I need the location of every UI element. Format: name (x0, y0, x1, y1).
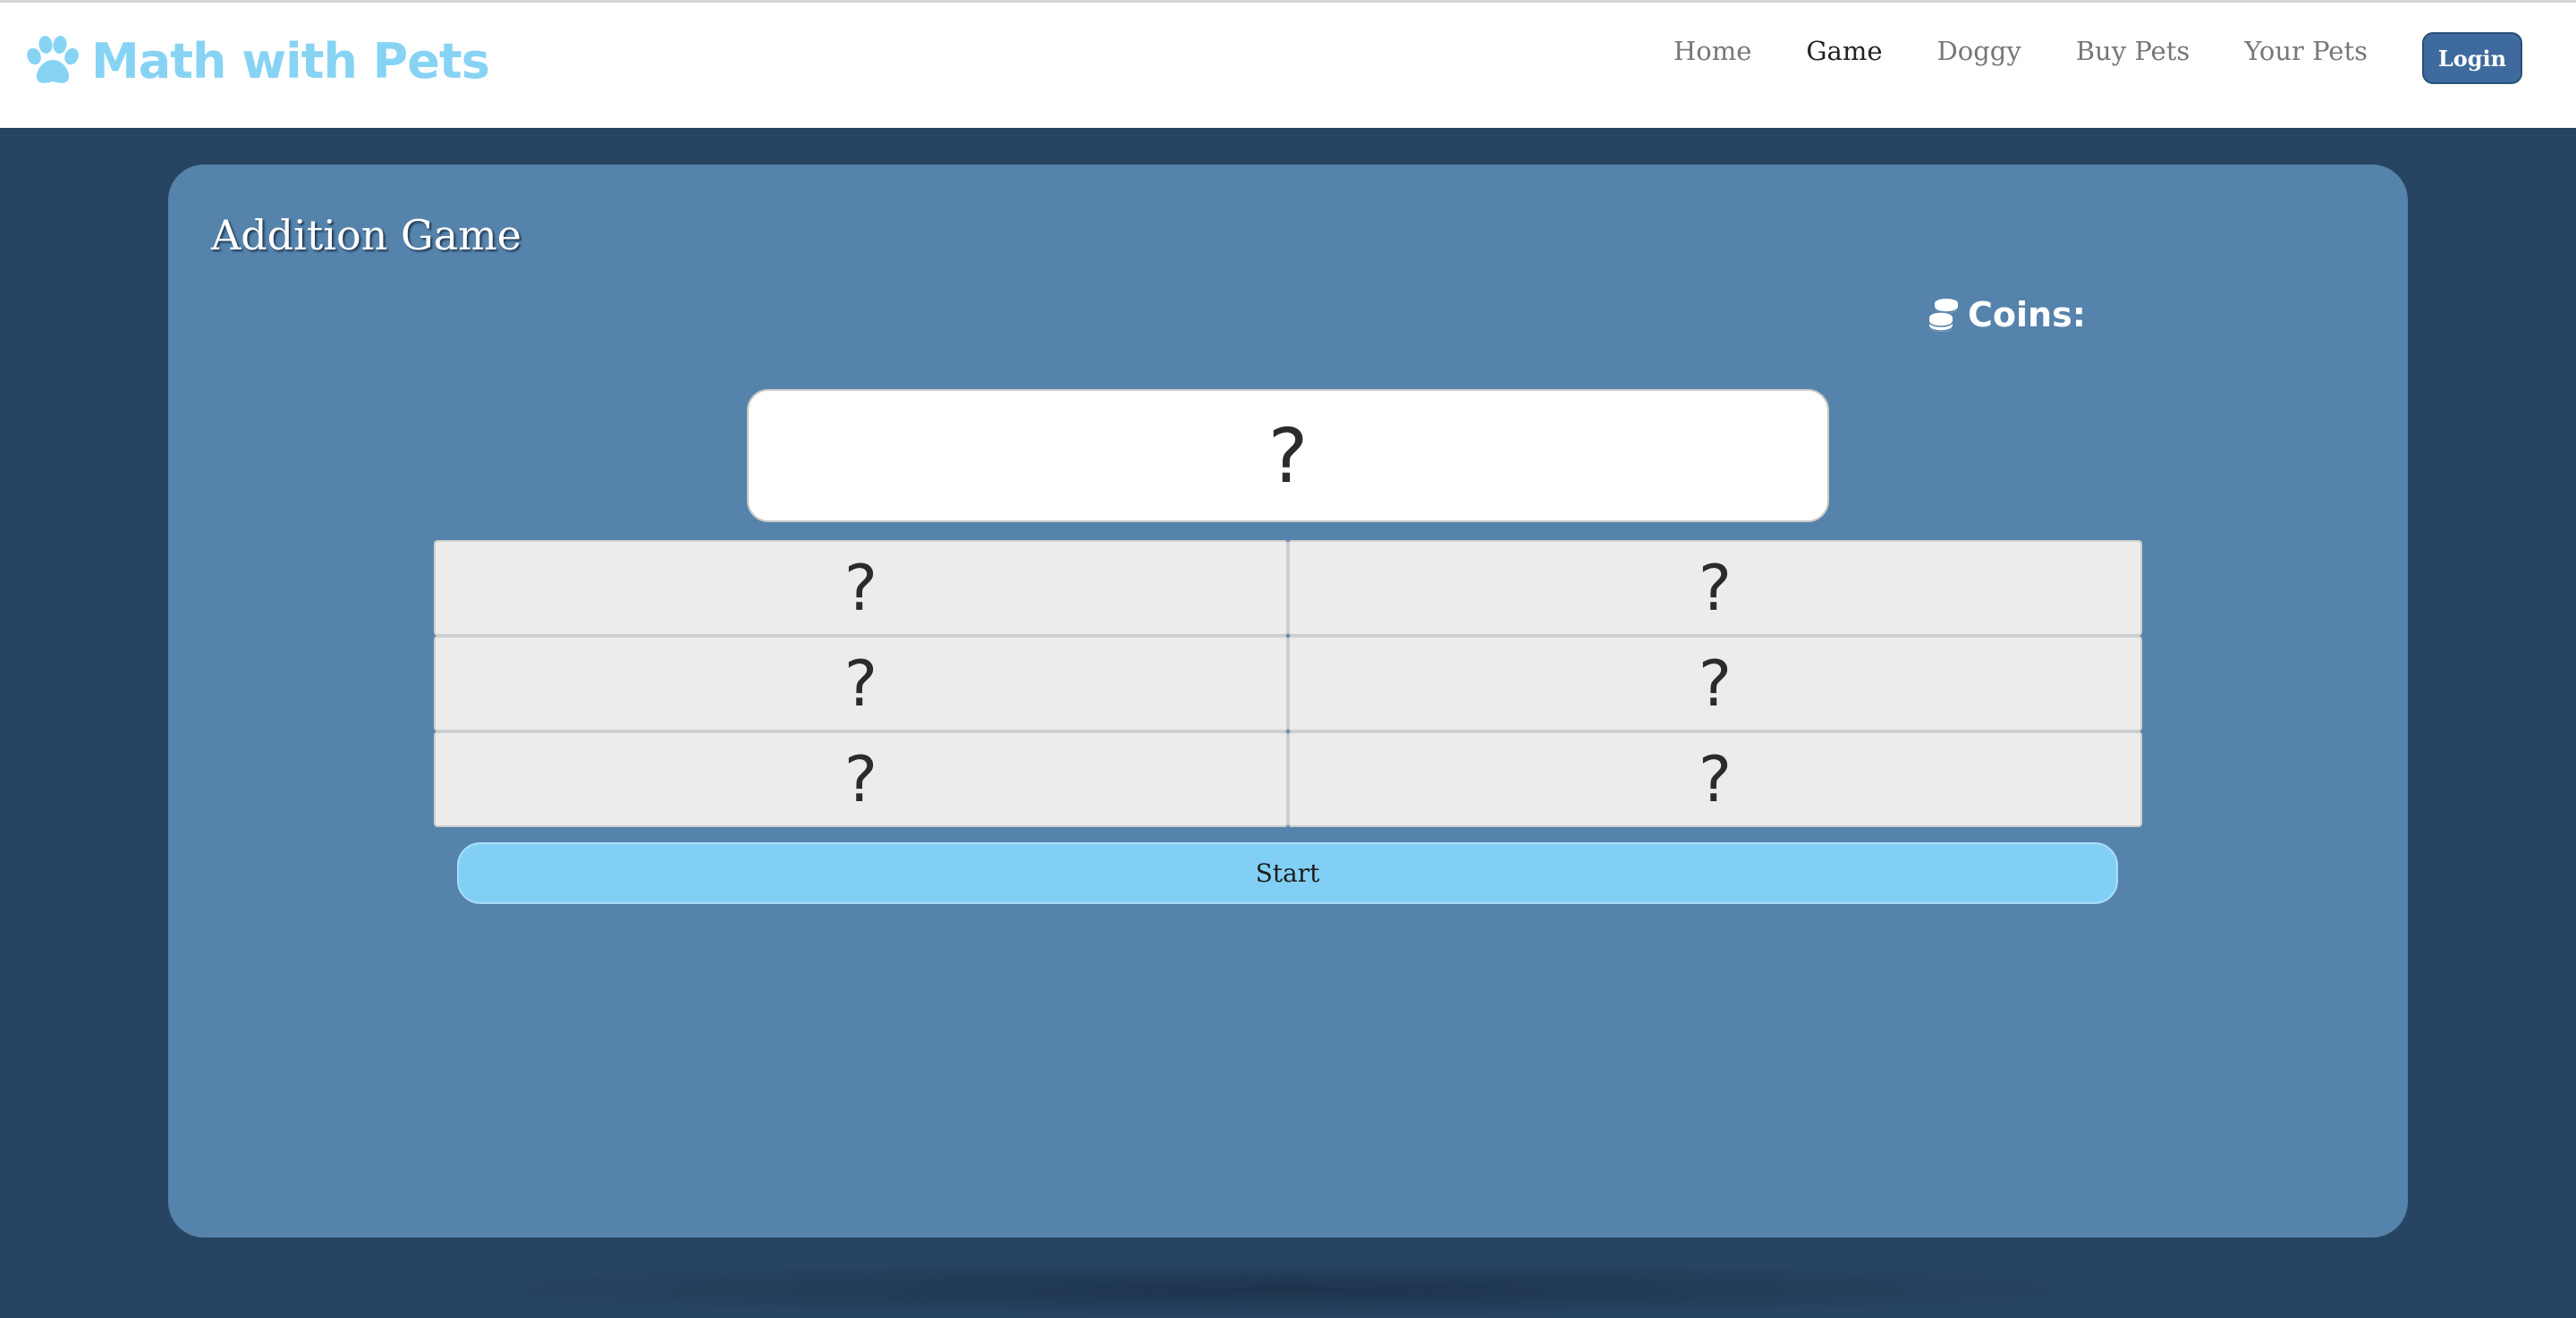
coins-display: Coins: (1927, 295, 2086, 334)
answer-grid: ? ? ? ? ? ? (434, 540, 2142, 827)
answer-button-3[interactable]: ? (434, 636, 1288, 731)
brand-name: Math with Pets (91, 32, 490, 89)
nav-buy-pets[interactable]: Buy Pets (2076, 36, 2190, 66)
page-title: Addition Game (211, 211, 521, 259)
answer-button-1[interactable]: ? (434, 540, 1288, 636)
nav-your-pets[interactable]: Your Pets (2244, 36, 2368, 66)
game-panel: Addition Game Coins: ? ? ? ? ? ? ? Start (168, 165, 2408, 1238)
nav-home[interactable]: Home (1674, 36, 1751, 66)
answer-button-5[interactable]: ? (434, 731, 1288, 827)
nav-game[interactable]: Game (1806, 36, 1882, 66)
answer-button-4[interactable]: ? (1288, 636, 2142, 731)
brand-link[interactable]: Math with Pets (25, 28, 490, 94)
login-button[interactable]: Login (2422, 32, 2522, 84)
paw-icon (25, 35, 80, 87)
coins-icon (1927, 297, 1961, 333)
nav-doggy[interactable]: Doggy (1937, 36, 2021, 66)
question-display: ? (747, 389, 1829, 522)
answer-button-6[interactable]: ? (1288, 731, 2142, 827)
panel-shadow (429, 1261, 2147, 1318)
main-nav: Home Game Doggy Buy Pets Your Pets Login (1674, 3, 2576, 99)
start-button[interactable]: Start (457, 842, 2118, 904)
navbar: Math with Pets Home Game Doggy Buy Pets … (0, 0, 2576, 128)
answer-button-2[interactable]: ? (1288, 540, 2142, 636)
coins-label: Coins: (1968, 295, 2086, 334)
